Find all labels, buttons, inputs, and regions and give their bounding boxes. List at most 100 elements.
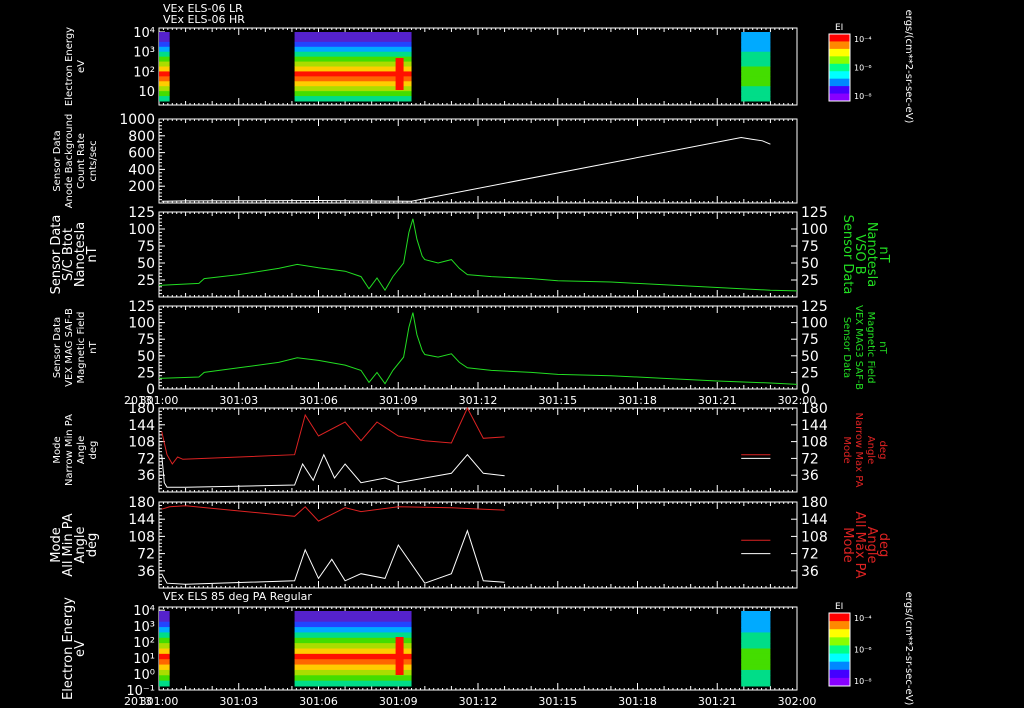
- colorbar-segment: [829, 63, 850, 72]
- spectrogram-cell: [741, 664, 771, 671]
- y-axis-label-right: deg: [877, 441, 888, 460]
- x-tick-label: 301:21: [698, 695, 737, 708]
- y-tick-label-right: 180: [801, 495, 828, 511]
- y-tick-label: 10¹: [133, 652, 155, 667]
- y-axis-label-right: Narrow Max PA: [853, 413, 864, 488]
- x-tick-label: 301:12: [459, 394, 498, 407]
- panel-mag: 0 025 2550 5075 75100 100125 125Sensor Data VEX…: [52, 299, 888, 407]
- y-axis-label: nT: [88, 340, 99, 353]
- x-tick-label: 302:00: [778, 695, 817, 708]
- colorbar-segment: [829, 629, 850, 638]
- y-tick-label: 10²: [133, 65, 155, 80]
- y-axis-label: Count Rate: [76, 133, 87, 189]
- axis-frame: [158, 501, 798, 589]
- colorbar: EI 10⁻⁴ 10⁻⁶ 10⁻⁸ ergs/(cm**2-sr-sec-eV): [828, 592, 914, 706]
- axis-frame: [158, 211, 798, 298]
- colorbar-tick-label: 10⁻⁶: [854, 64, 872, 73]
- y-axis-label: nT: [85, 246, 100, 262]
- colorbar-units: ergs/(cm**2-sr-sec-eV): [903, 592, 914, 706]
- y-tick-label-right: 50: [801, 256, 819, 272]
- x-tick-label: 301:09: [379, 695, 418, 708]
- panel-all-pa: 36 3672 72108 108144 144180 180ModeAll Min PA…: [49, 495, 891, 589]
- y-tick-label: 180: [128, 401, 155, 417]
- spectrogram-cell: [294, 91, 412, 97]
- spectrogram-block: [294, 611, 412, 687]
- y-tick-label: 10⁴: [133, 604, 155, 619]
- y-tick-label: 75: [137, 332, 155, 348]
- spectrogram-cell: [741, 32, 771, 38]
- spectrogram-cell: [294, 32, 412, 38]
- y-tick-label-right: 36: [801, 564, 819, 580]
- y-tick-label: 108: [128, 435, 155, 451]
- y-tick-label: 10⁴: [133, 26, 155, 41]
- spectrogram-cell: [159, 616, 170, 623]
- panels: 1010²10³10⁴Electron Energy eVVEx ELS-06 L…: [49, 2, 914, 708]
- series-line: [161, 505, 505, 522]
- y-tick-label-right: 125: [801, 205, 828, 221]
- spectrogram-cell: [294, 66, 412, 72]
- els-plot: 1010²10³10⁴Electron Energy eVVEx ELS-06 L…: [49, 2, 914, 708]
- spectrogram-cell: [741, 66, 771, 72]
- spectrogram-cell: [294, 81, 412, 87]
- x-tick-label: 301:18: [618, 695, 657, 708]
- spectrogram-cell: [159, 76, 170, 82]
- spectrogram-cell: [294, 664, 412, 671]
- y-axis-label-right: deg: [876, 533, 891, 558]
- colorbar: EI 10⁻⁴ 10⁻⁶ 10⁻⁸ ergs/(cm**2-sr-sec-eV): [828, 10, 914, 123]
- y-tick-label: 108: [128, 529, 155, 545]
- spectrogram-cell: [741, 669, 771, 676]
- spectrogram-block: [159, 32, 170, 102]
- y-tick-label-right: 180: [801, 401, 828, 417]
- y-tick-label: 25: [137, 365, 155, 381]
- spectrogram-cell: [159, 91, 170, 97]
- x-tick-label: 301:06: [299, 695, 338, 708]
- spectrogram-cell: [159, 611, 170, 617]
- spectrogram-cell: [741, 637, 771, 644]
- spectrogram-cell: [294, 637, 412, 644]
- spectrogram-block: [741, 611, 771, 687]
- spectrogram-cell: [741, 61, 771, 67]
- y-axis-label-right: nT: [876, 246, 891, 262]
- y-axis-label: Sensor Data: [52, 317, 63, 378]
- y-tick-label: 125: [128, 205, 155, 221]
- y-axis-label-right: Mode: [841, 436, 852, 463]
- y-tick-label-right: 75: [801, 239, 819, 255]
- spectrogram-cell: [159, 51, 170, 58]
- spectrogram-cell: [159, 648, 170, 655]
- y-axis-label: Angle: [76, 436, 87, 464]
- spectrogram-cell: [294, 96, 412, 102]
- y-axis-label: Electron Energy: [64, 27, 75, 106]
- colorbar-segment: [829, 41, 850, 50]
- year-label: 2013: [124, 695, 152, 708]
- y-axis-label-right: nT: [877, 341, 888, 354]
- spectrogram-cell: [294, 627, 412, 633]
- colorbar-segment: [829, 677, 850, 687]
- colorbar-segment: [829, 93, 850, 102]
- series-line: [158, 218, 798, 292]
- y-tick-label: 10³: [133, 46, 155, 61]
- spectrogram-cell: [741, 675, 771, 682]
- x-tick-label: 301:03: [219, 394, 258, 407]
- spectrogram-cell: [294, 86, 412, 92]
- y-axis-label-right: Magnetic Field: [865, 311, 876, 383]
- spectrogram-cell: [159, 653, 170, 660]
- spectrogram-cell: [159, 32, 170, 38]
- y-tick-label-right: 108: [801, 435, 828, 451]
- y-tick-label: 50: [137, 349, 155, 365]
- spectrogram-cell: [741, 56, 771, 63]
- x-tick-label: 301:15: [538, 695, 577, 708]
- colorbar-segment: [829, 637, 850, 646]
- y-axis-label: cnts/sec: [88, 140, 99, 181]
- colorbar-segment: [829, 613, 850, 622]
- spectrogram-cell: [741, 611, 771, 617]
- spectrogram-cell: [159, 675, 170, 682]
- spectrogram-cell: [294, 621, 412, 628]
- spectrogram-cell: [294, 675, 412, 682]
- colorbar-segment: [829, 621, 850, 630]
- colorbar-segment: [829, 78, 850, 87]
- y-tick-label-right: 108: [801, 529, 828, 545]
- spectrogram-cell: [741, 81, 771, 87]
- spectrogram-cell: [294, 659, 412, 666]
- spectrogram-cell: [395, 637, 404, 675]
- spectrogram-cell: [294, 51, 412, 58]
